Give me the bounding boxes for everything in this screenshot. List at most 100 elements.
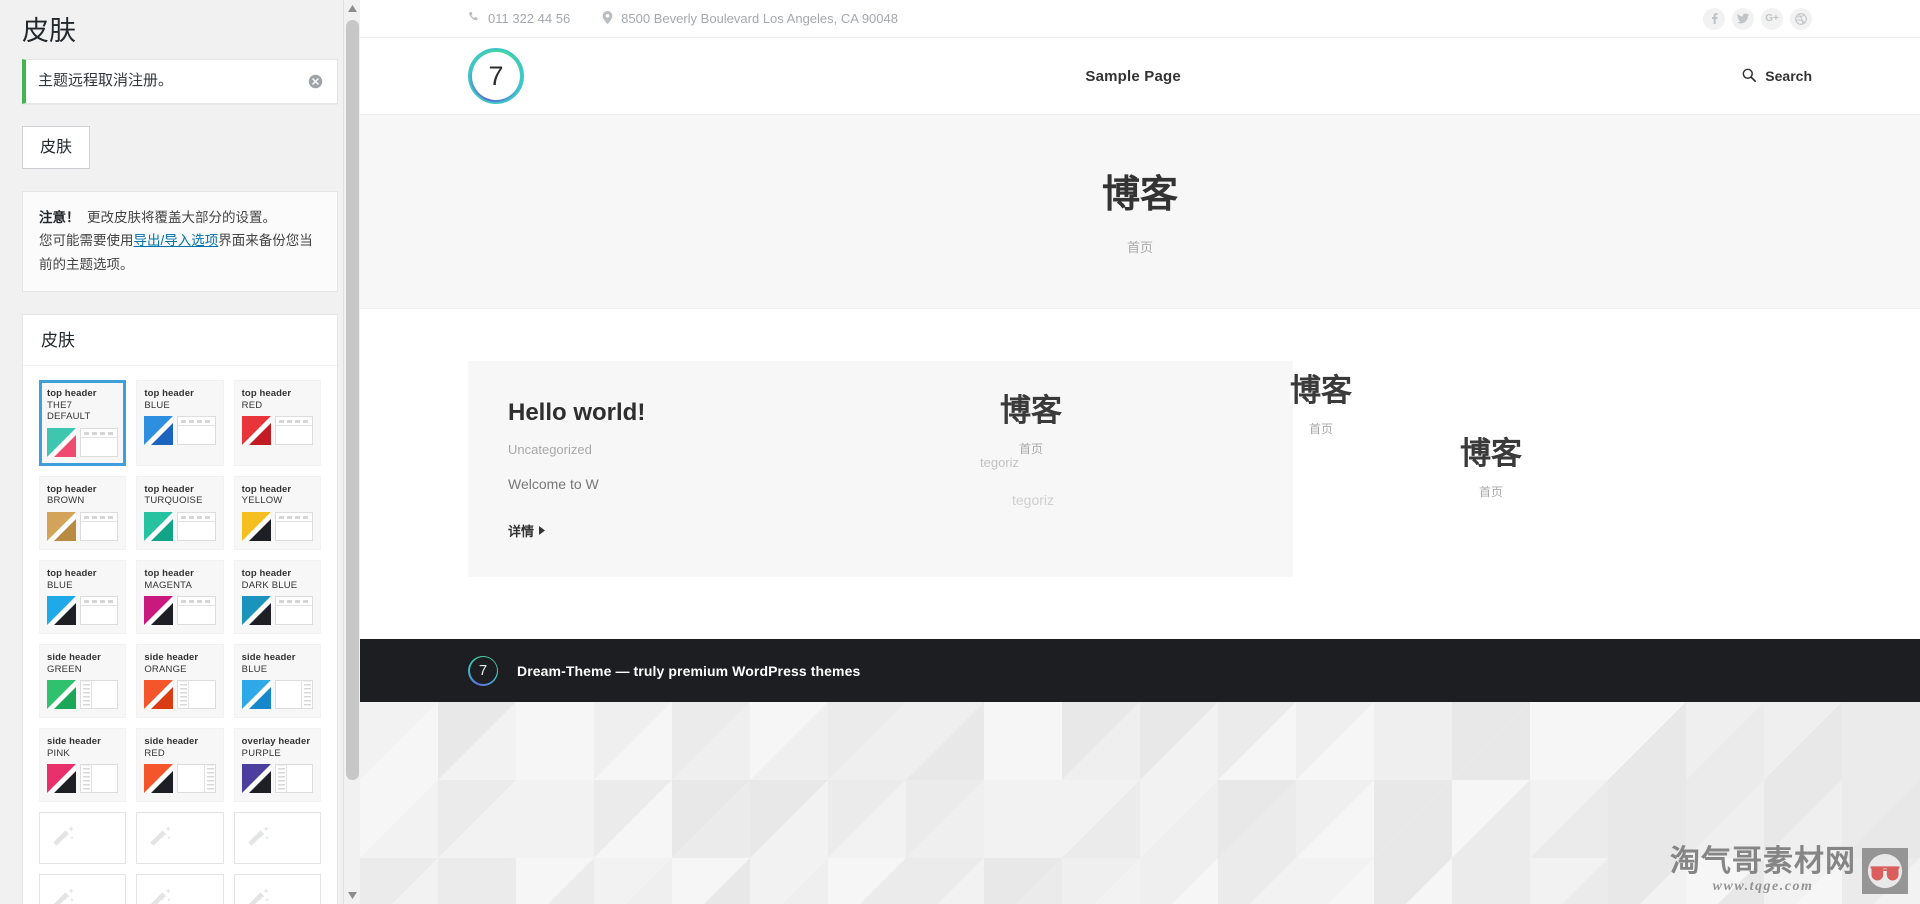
- skin-card-loading[interactable]: [136, 812, 224, 865]
- watermark: 淘气哥素材网 www.tqge.com: [1670, 847, 1908, 894]
- skin-card[interactable]: top header BROWN: [39, 475, 127, 550]
- skin-card[interactable]: side header BLUE: [233, 644, 321, 719]
- scroll-down-arrow[interactable]: [344, 887, 360, 904]
- skin-card[interactable]: top header DARK BLUE: [233, 559, 321, 635]
- nav-item-sample-page[interactable]: Sample Page: [1085, 68, 1181, 85]
- skin-label: side header GREEN: [47, 652, 118, 675]
- skin-name: TURQUOISE: [144, 495, 203, 507]
- phone-number: 011 322 44 56: [488, 11, 571, 26]
- footer-logo[interactable]: 7: [468, 655, 498, 686]
- post-category: Uncategorized: [508, 441, 592, 457]
- skin-label: top header MAGENTA: [144, 568, 215, 591]
- skin-type: side header: [241, 652, 296, 664]
- skin-card[interactable]: top header THE7 DEFAULT: [39, 380, 127, 466]
- site-top-bar: 011 322 44 56 8500 Beverly Boulevard Los…: [360, 0, 1920, 38]
- skin-type: top header: [47, 483, 97, 495]
- skin-card[interactable]: top header BLUE: [39, 559, 127, 635]
- skin-name: YELLOW: [241, 495, 283, 507]
- skin-label: overlay header PURPLE: [242, 736, 313, 759]
- blog-list: Hello world! Uncategorized Welcome to W …: [360, 309, 1920, 577]
- magic-wand-icon: [50, 885, 76, 904]
- post-title[interactable]: Hello world!: [508, 399, 1253, 428]
- skin-label: side header ORANGE: [144, 652, 215, 675]
- skin-card[interactable]: top header YELLOW: [233, 475, 321, 550]
- skins-panel-heading: 皮肤: [23, 315, 337, 367]
- site-logo[interactable]: 7: [468, 48, 524, 104]
- skin-thumbnail: [241, 416, 313, 446]
- skin-label: top header YELLOW: [242, 484, 313, 507]
- google-plus-icon[interactable]: G+: [1761, 7, 1783, 30]
- skin-thumbnail: [241, 680, 313, 710]
- skin-card[interactable]: top header RED: [233, 380, 321, 466]
- skin-card[interactable]: top header MAGENTA: [136, 559, 224, 635]
- skin-card[interactable]: side header ORANGE: [136, 644, 224, 719]
- skin-card[interactable]: top header TURQUOISE: [136, 475, 224, 550]
- skin-label: top header DARK BLUE: [242, 568, 313, 591]
- warning-line-2: 您可能需要使用导出/导入选项界面来备份您当前的主题选项。: [39, 229, 321, 276]
- warning-line-1-text: 更改皮肤将覆盖大部分的设置。: [87, 209, 277, 225]
- skin-thumbnail: [144, 764, 216, 794]
- scroll-up-arrow[interactable]: [344, 0, 360, 17]
- warning-line-1: 注意！ 更改皮肤将覆盖大部分的设置。: [39, 206, 321, 230]
- skin-card[interactable]: top header BLUE: [136, 380, 224, 466]
- skin-layout-preview: [177, 416, 216, 446]
- skins-grid: top header THE7 DEFAULT top header BLUE top …: [23, 366, 337, 904]
- skin-label: top header THE7 DEFAULT: [47, 388, 118, 423]
- skin-color-swatch: [47, 427, 76, 457]
- skin-card-loading[interactable]: [39, 874, 127, 904]
- skin-layout-preview: [80, 427, 119, 457]
- skin-card-loading[interactable]: [233, 874, 321, 904]
- skin-thumbnail: [241, 596, 313, 626]
- phone-icon: [468, 11, 480, 26]
- dribbble-icon[interactable]: [1790, 7, 1812, 30]
- post-card: Hello world! Uncategorized Welcome to W …: [468, 360, 1293, 577]
- skin-color-swatch: [144, 764, 174, 794]
- page-hero: 博客 首页: [360, 115, 1920, 309]
- skin-card[interactable]: overlay header PURPLE: [233, 728, 321, 803]
- social-links: G+: [1703, 7, 1812, 30]
- skin-layout-preview: [177, 596, 216, 626]
- skin-name: BLUE: [241, 663, 268, 675]
- facebook-icon[interactable]: [1703, 7, 1725, 30]
- header-search[interactable]: Search: [1742, 68, 1812, 85]
- skin-label: top header TURQUOISE: [144, 484, 215, 507]
- skin-color-swatch: [241, 596, 271, 626]
- skin-card-loading[interactable]: [136, 874, 224, 904]
- skin-layout-preview: [80, 511, 119, 541]
- skin-card[interactable]: side header PINK: [39, 728, 127, 803]
- skin-color-swatch: [144, 596, 174, 626]
- skin-color-swatch: [241, 511, 271, 541]
- skin-color-swatch: [47, 764, 76, 794]
- skin-label: top header BROWN: [47, 484, 118, 507]
- skin-name: BROWN: [47, 495, 85, 507]
- skin-card-loading[interactable]: [39, 812, 127, 865]
- skin-name: PURPLE: [241, 747, 281, 759]
- skin-layout-preview: [177, 680, 216, 710]
- skin-name: ORANGE: [144, 663, 187, 675]
- skin-type: top header: [144, 483, 194, 495]
- skin-card-loading[interactable]: [233, 812, 321, 865]
- skin-layout-preview: [80, 764, 119, 794]
- logo-text: 7: [472, 52, 520, 100]
- post-excerpt: Welcome to W: [508, 475, 599, 492]
- skin-layout-preview: [274, 596, 313, 626]
- close-circle-icon[interactable]: [305, 71, 325, 91]
- admin-scrollbar[interactable]: [343, 0, 360, 904]
- skin-layout-preview: [274, 764, 313, 794]
- skin-card[interactable]: side header GREEN: [39, 644, 127, 719]
- skin-thumbnail: [47, 764, 119, 794]
- twitter-icon[interactable]: [1732, 7, 1754, 30]
- tab-skins[interactable]: 皮肤: [22, 125, 91, 169]
- address-text: 8500 Beverly Boulevard Los Angeles, CA 9…: [621, 11, 898, 26]
- export-import-link[interactable]: 导出/导入选项: [134, 233, 219, 248]
- read-more-link[interactable]: 详情: [508, 521, 546, 540]
- skin-card[interactable]: side header RED: [136, 728, 224, 803]
- magic-wand-icon: [245, 885, 271, 904]
- skin-thumbnail: [144, 416, 216, 446]
- scrollbar-thumb[interactable]: [346, 20, 359, 780]
- skin-type: side header: [47, 736, 101, 748]
- skin-type: overlay header: [241, 736, 311, 748]
- skins-warning-box: 注意！ 更改皮肤将覆盖大部分的设置。 您可能需要使用导出/导入选项界面来备份您当…: [22, 190, 338, 292]
- watermark-chinese: 淘气哥素材网: [1670, 844, 1856, 879]
- skin-name: MAGENTA: [144, 579, 192, 591]
